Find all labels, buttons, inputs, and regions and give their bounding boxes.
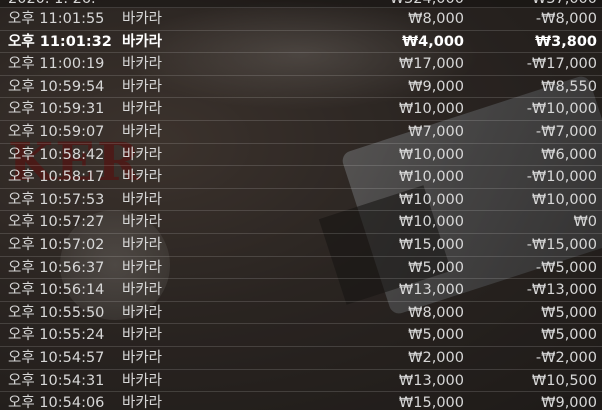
date-summary-row[interactable]: 2020. 1. 26.₩324,000₩37,000 <box>0 0 602 8</box>
bet-amount-cell: ₩10,000 <box>398 101 464 118</box>
bet-amount-cell: ₩9,000 <box>408 78 464 95</box>
bet-amount-cell: ₩13,000 <box>398 372 464 389</box>
bet-amount-cell: ₩10,000 <box>398 146 464 163</box>
game-cell: 바카라 <box>122 123 163 140</box>
time-cell: 오후 10:56:37 <box>8 259 105 276</box>
result-amount-cell: ₩0 <box>573 214 597 231</box>
bet-history-row[interactable]: 오후 10:58:17 바카라 ₩10,000 -₩10,000 <box>0 166 602 189</box>
bet-history-row[interactable]: 오후 10:59:07 바카라 ₩7,000 -₩7,000 <box>0 121 602 144</box>
bet-amount-cell: ₩8,000 <box>408 304 464 321</box>
game-cell: 바카라 <box>122 395 163 410</box>
game-cell: 바카라 <box>122 56 163 73</box>
game-cell: 바카라 <box>122 78 163 95</box>
time-cell: 오후 10:54:31 <box>8 372 105 389</box>
bet-history-row[interactable]: 오후 11:01:55 바카라 ₩8,000 -₩8,000 <box>0 8 602 31</box>
game-cell: 바카라 <box>122 146 163 163</box>
result-amount-cell: ₩3,800 <box>535 33 597 50</box>
bet-amount-cell: ₩5,000 <box>408 327 464 344</box>
bet-history-row[interactable]: 오후 11:01:32 바카라 ₩4,000 ₩3,800 <box>0 31 602 54</box>
time-cell: 오후 11:00:19 <box>8 56 105 73</box>
time-cell: 오후 10:57:53 <box>8 191 105 208</box>
bet-history-row[interactable]: 오후 10:58:42 바카라 ₩10,000 ₩6,000 <box>0 144 602 167</box>
result-amount-cell: ₩10,000 <box>531 191 597 208</box>
bet-history-row[interactable]: 오후 10:54:06 바카라 ₩15,000 ₩9,000 <box>0 392 602 410</box>
game-cell: 바카라 <box>122 214 163 231</box>
time-cell: 오후 11:01:55 <box>8 11 105 27</box>
game-cell: 바카라 <box>122 349 163 366</box>
time-cell: 오후 10:58:17 <box>8 169 105 186</box>
bet-history-row[interactable]: 오후 10:57:27 바카라 ₩10,000 ₩0 <box>0 211 602 234</box>
result-amount-cell: ₩9,000 <box>541 395 597 410</box>
result-amount-cell: -₩10,000 <box>526 101 597 118</box>
time-cell: 오후 10:59:31 <box>8 101 105 118</box>
result-amount-cell: -₩10,000 <box>526 169 597 186</box>
game-cell: 바카라 <box>122 259 163 276</box>
time-cell: 오후 10:54:06 <box>8 395 105 410</box>
time-cell: 오후 10:58:42 <box>8 146 105 163</box>
result-amount-cell: -₩7,000 <box>535 123 597 140</box>
game-cell: 바카라 <box>122 236 163 253</box>
time-cell: 오후 10:57:27 <box>8 214 105 231</box>
bet-history-list: 2020. 1. 26.₩324,000₩37,000 오후 11:01:55 바카… <box>0 0 602 410</box>
result-amount-cell: -₩2,000 <box>535 349 597 366</box>
bet-history-row[interactable]: 오후 10:57:02 바카라 ₩15,000 -₩15,000 <box>0 234 602 257</box>
game-cell: 바카라 <box>122 101 163 118</box>
bet-history-row[interactable]: 오후 10:56:14 바카라 ₩13,000 -₩13,000 <box>0 279 602 302</box>
bet-amount-cell: ₩17,000 <box>398 56 464 73</box>
result-amount-cell: -₩5,000 <box>535 259 597 276</box>
bet-amount-cell: ₩10,000 <box>398 214 464 231</box>
bet-amount-cell: ₩4,000 <box>402 33 464 50</box>
time-cell: 오후 10:59:07 <box>8 123 105 140</box>
result-amount-cell: ₩6,000 <box>541 146 597 163</box>
bet-amount-cell: ₩5,000 <box>408 259 464 276</box>
time-cell: 오후 10:55:50 <box>8 304 105 321</box>
result-amount-cell: ₩5,000 <box>541 304 597 321</box>
bet-amount-cell: ₩8,000 <box>408 11 464 27</box>
bet-history-row[interactable]: 오후 10:55:50 바카라 ₩8,000 ₩5,000 <box>0 302 602 325</box>
result-amount-cell: -₩17,000 <box>526 56 597 73</box>
bet-amount-cell: ₩15,000 <box>398 395 464 410</box>
game-cell: 바카라 <box>122 169 163 186</box>
bet-history-row[interactable]: 오후 10:54:31 바카라 ₩13,000 ₩10,500 <box>0 370 602 393</box>
bet-history-row[interactable]: 오후 10:57:53 바카라 ₩10,000 ₩10,000 <box>0 189 602 212</box>
bet-amount-cell: ₩10,000 <box>398 169 464 186</box>
result-amount-cell: -₩8,000 <box>535 11 597 27</box>
time-cell: 오후 11:01:32 <box>8 33 112 50</box>
game-cell: 바카라 <box>122 327 163 344</box>
bet-amount-cell: ₩13,000 <box>398 282 464 299</box>
bet-amount-cell: ₩7,000 <box>408 123 464 140</box>
game-cell: 바카라 <box>122 11 163 27</box>
game-cell: 바카라 <box>122 33 163 50</box>
game-cell: 바카라 <box>122 282 163 299</box>
result-amount-cell: -₩15,000 <box>526 236 597 253</box>
time-cell: 오후 10:57:02 <box>8 236 105 253</box>
game-cell: 바카라 <box>122 304 163 321</box>
bet-amount-cell: ₩2,000 <box>408 349 464 366</box>
time-cell: 오후 10:59:54 <box>8 78 105 95</box>
time-cell: 오후 10:55:24 <box>8 327 105 344</box>
result-amount-cell: ₩10,500 <box>531 372 597 389</box>
time-cell: 오후 10:54:57 <box>8 349 105 366</box>
bet-history-row[interactable]: 오후 10:59:31 바카라 ₩10,000 -₩10,000 <box>0 98 602 121</box>
bet-history-row[interactable]: 오후 10:54:57 바카라 ₩2,000 -₩2,000 <box>0 347 602 370</box>
bet-history-row[interactable]: 오후 10:55:24 바카라 ₩5,000 ₩5,000 <box>0 324 602 347</box>
bet-history-screen: KER 2020. 1. 26.₩324,000₩37,000오후 11:01:… <box>0 0 602 410</box>
result-amount-cell: -₩13,000 <box>526 282 597 299</box>
time-cell: 오후 10:56:14 <box>8 282 105 299</box>
bet-amount-cell: ₩15,000 <box>398 236 464 253</box>
result-amount-cell: ₩5,000 <box>541 327 597 344</box>
bet-amount-cell: ₩10,000 <box>398 191 464 208</box>
game-cell: 바카라 <box>122 372 163 389</box>
game-cell: 바카라 <box>122 191 163 208</box>
bet-history-row[interactable]: 오후 11:00:19 바카라 ₩17,000 -₩17,000 <box>0 53 602 76</box>
bet-history-row[interactable]: 오후 10:59:54 바카라 ₩9,000 ₩8,550 <box>0 76 602 99</box>
result-amount-cell: ₩8,550 <box>541 78 597 95</box>
bet-history-row[interactable]: 오후 10:56:37 바카라 ₩5,000 -₩5,000 <box>0 257 602 280</box>
